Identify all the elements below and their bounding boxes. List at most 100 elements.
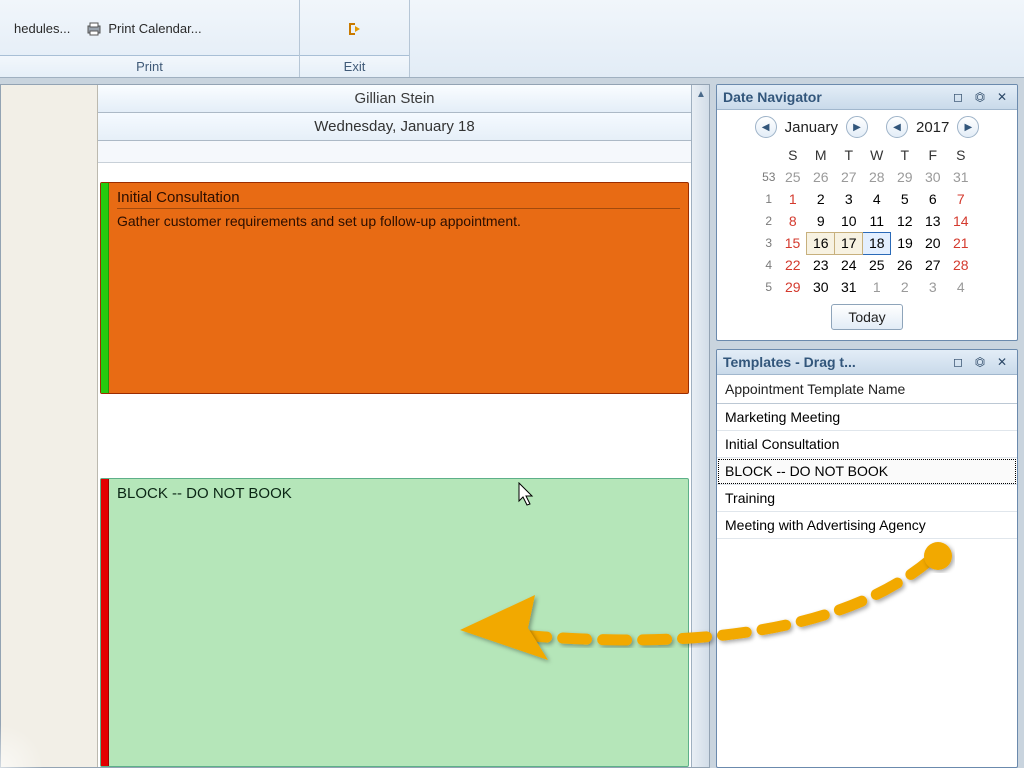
calendar-day[interactable]: 14 <box>947 210 975 232</box>
prev-year-button[interactable]: ◀ <box>886 116 908 138</box>
calendar-grid[interactable]: Gillian Stein Wednesday, January 18 Init… <box>0 84 710 768</box>
today-button[interactable]: Today <box>831 304 902 330</box>
mini-calendar[interactable]: SMTWTFS 53252627282930311123456728910111… <box>759 144 976 298</box>
panel-header[interactable]: Templates - Drag t... ◻ ⏣ ✕ <box>717 350 1017 375</box>
calendar-day[interactable]: 23 <box>807 254 835 276</box>
year-label[interactable]: 2017 <box>912 119 953 136</box>
close-icon[interactable]: ✕ <box>993 354 1011 370</box>
print-schedules-label: hedules... <box>14 21 70 36</box>
maximize-icon[interactable]: ◻ <box>949 354 967 370</box>
calendar-day[interactable]: 12 <box>891 210 919 232</box>
dow-header: S <box>947 144 975 166</box>
calendar-day[interactable]: 24 <box>835 254 863 276</box>
dow-header: F <box>919 144 947 166</box>
day-column[interactable]: Gillian Stein Wednesday, January 18 Init… <box>98 85 691 767</box>
calendar-day[interactable]: 30 <box>807 276 835 298</box>
calendar-day[interactable]: 8 <box>779 210 807 232</box>
templates-panel: Templates - Drag t... ◻ ⏣ ✕ Appointment … <box>716 349 1018 768</box>
resource-header: Gillian Stein <box>98 85 691 113</box>
calendar-day[interactable]: 29 <box>891 166 919 188</box>
calendar-day[interactable]: 3 <box>835 188 863 210</box>
calendar-day[interactable]: 25 <box>779 166 807 188</box>
calendar-day[interactable]: 10 <box>835 210 863 232</box>
calendar-day[interactable]: 28 <box>863 166 891 188</box>
prev-month-button[interactable]: ◀ <box>755 116 777 138</box>
template-item[interactable]: Marketing Meeting <box>717 404 1017 431</box>
calendar-day[interactable]: 26 <box>807 166 835 188</box>
calendar-day[interactable]: 15 <box>779 232 807 254</box>
calendar-day[interactable]: 13 <box>919 210 947 232</box>
calendar-day[interactable]: 3 <box>919 276 947 298</box>
calendar-day[interactable]: 25 <box>863 254 891 276</box>
close-icon[interactable]: ✕ <box>993 89 1011 105</box>
calendar-day[interactable]: 29 <box>779 276 807 298</box>
exit-icon <box>347 21 363 37</box>
exit-button[interactable] <box>341 2 369 55</box>
calendar-day[interactable]: 30 <box>919 166 947 188</box>
print-calendar-label: Print Calendar... <box>108 21 201 36</box>
calendar-day[interactable]: 2 <box>807 188 835 210</box>
calendar-day[interactable]: 7 <box>947 188 975 210</box>
dow-header: T <box>891 144 919 166</box>
template-column-header[interactable]: Appointment Template Name <box>717 375 1017 404</box>
calendar-day[interactable]: 26 <box>891 254 919 276</box>
calendar-day[interactable]: 17 <box>835 232 863 254</box>
calendar-day[interactable]: 2 <box>891 276 919 298</box>
calendar-day[interactable]: 9 <box>807 210 835 232</box>
calendar-day[interactable]: 31 <box>947 166 975 188</box>
print-calendar-button[interactable]: Print Calendar... <box>80 2 207 55</box>
week-number: 4 <box>759 254 779 276</box>
pin-icon[interactable]: ⏣ <box>971 89 989 105</box>
week-number: 53 <box>759 166 779 188</box>
appointment-status-stripe <box>101 479 109 766</box>
next-year-button[interactable]: ▶ <box>957 116 979 138</box>
calendar-day[interactable]: 11 <box>863 210 891 232</box>
calendar-day[interactable]: 1 <box>863 276 891 298</box>
calendar-day[interactable]: 5 <box>891 188 919 210</box>
vertical-scrollbar[interactable]: ▲ <box>691 85 709 767</box>
appointment-title: Initial Consultation <box>117 189 680 209</box>
template-list: Appointment Template Name Marketing Meet… <box>717 375 1017 539</box>
template-item[interactable]: Training <box>717 485 1017 512</box>
calendar-day[interactable]: 6 <box>919 188 947 210</box>
dow-header: M <box>807 144 835 166</box>
calendar-day[interactable]: 18 <box>863 232 891 254</box>
scroll-up-icon[interactable]: ▲ <box>692 85 710 103</box>
month-label[interactable]: January <box>781 119 842 136</box>
appointment-description: Gather customer requirements and set up … <box>117 213 680 229</box>
date-header: Wednesday, January 18 <box>98 113 691 141</box>
date-navigator-panel: Date Navigator ◻ ⏣ ✕ ◀ January ▶ ◀ 2017 … <box>716 84 1018 341</box>
calendar-day[interactable]: 1 <box>779 188 807 210</box>
panel-title: Templates - Drag t... <box>723 354 945 370</box>
calendar-day[interactable]: 4 <box>947 276 975 298</box>
calendar-day[interactable]: 28 <box>947 254 975 276</box>
ribbon-group-print: hedules... Print Calendar... Print <box>0 0 300 77</box>
calendar-day[interactable]: 20 <box>919 232 947 254</box>
next-month-button[interactable]: ▶ <box>846 116 868 138</box>
allday-row[interactable] <box>98 141 691 163</box>
template-item[interactable]: BLOCK -- DO NOT BOOK <box>717 458 1017 485</box>
calendar-day[interactable]: 22 <box>779 254 807 276</box>
ribbon-group-label-exit: Exit <box>300 55 409 77</box>
week-number: 3 <box>759 232 779 254</box>
pin-icon[interactable]: ⏣ <box>971 354 989 370</box>
calendar-day[interactable]: 31 <box>835 276 863 298</box>
calendar-day[interactable]: 21 <box>947 232 975 254</box>
calendar-day[interactable]: 27 <box>835 166 863 188</box>
template-item[interactable]: Initial Consultation <box>717 431 1017 458</box>
calendar-day[interactable]: 27 <box>919 254 947 276</box>
calendar-day[interactable]: 19 <box>891 232 919 254</box>
appointment-status-stripe <box>101 183 109 393</box>
maximize-icon[interactable]: ◻ <box>949 89 967 105</box>
appointment-title: BLOCK -- DO NOT BOOK <box>117 485 680 504</box>
appointment-initial-consultation[interactable]: Initial Consultation Gather customer req… <box>100 182 689 394</box>
appointment-block[interactable]: BLOCK -- DO NOT BOOK <box>100 478 689 767</box>
ribbon-group-exit: Exit <box>300 0 410 77</box>
panel-header[interactable]: Date Navigator ◻ ⏣ ✕ <box>717 85 1017 110</box>
calendar-day[interactable]: 4 <box>863 188 891 210</box>
week-number: 2 <box>759 210 779 232</box>
print-schedules-button[interactable]: hedules... <box>8 2 76 55</box>
calendar-day[interactable]: 16 <box>807 232 835 254</box>
dow-header: T <box>835 144 863 166</box>
template-item[interactable]: Meeting with Advertising Agency <box>717 512 1017 539</box>
